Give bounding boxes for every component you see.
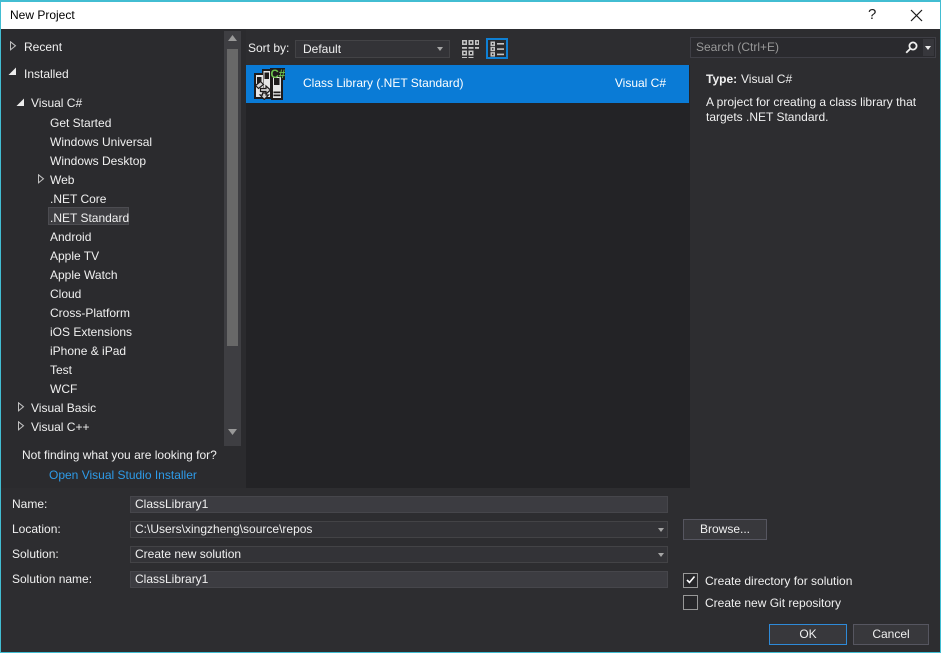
svg-text:C#: C# xyxy=(271,69,286,81)
